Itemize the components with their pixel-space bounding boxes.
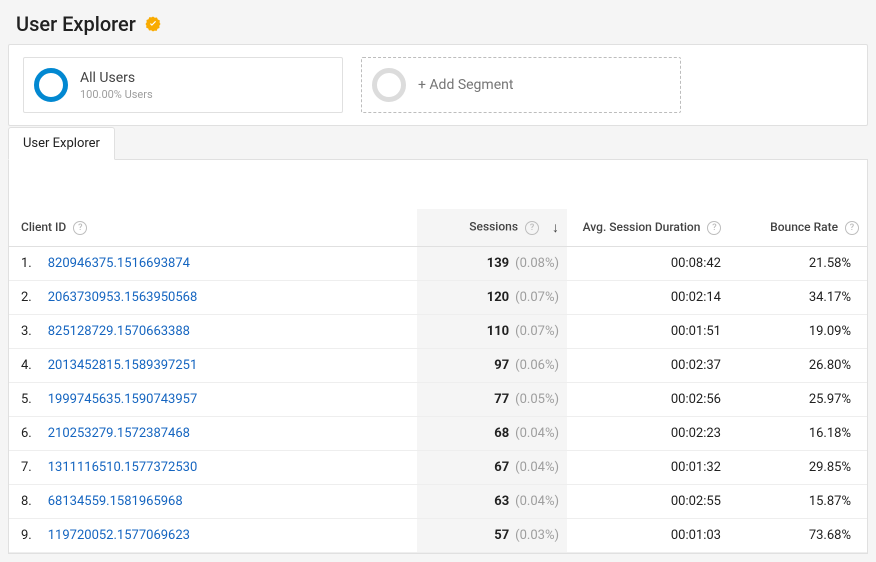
table-row: 7. 1311116510.1577372530 67(0.04%)00:01:32… [9, 451, 867, 485]
table-row: 4. 2013452815.1589397251 97(0.06%)00:02:37… [9, 349, 867, 383]
sessions-cell: 57(0.03%) [417, 519, 567, 553]
bounce-rate-cell: 15.87% [737, 485, 867, 519]
col-sessions-label: Sessions [469, 220, 518, 234]
client-id-cell: 1311116510.1577372530 [40, 451, 417, 485]
col-avg-duration-label: Avg. Session Duration [583, 220, 701, 234]
table-row: 1. 820946375.1516693874 139(0.08%)00:08:42… [9, 247, 867, 281]
client-id-cell: 825128729.1570663388 [40, 315, 417, 349]
sessions-cell: 110(0.07%) [417, 315, 567, 349]
sessions-cell: 67(0.04%) [417, 451, 567, 485]
col-client-id[interactable]: Client ID ? [9, 209, 417, 247]
client-id-link[interactable]: 68134559.1581965968 [48, 494, 183, 509]
col-avg-duration[interactable]: Avg. Session Duration ? [567, 209, 737, 247]
bounce-rate-cell: 26.80% [737, 349, 867, 383]
bounce-rate-cell: 19.09% [737, 315, 867, 349]
table-row: 9. 119720052.1577069623 57(0.03%)00:01:037… [9, 519, 867, 553]
avg-duration-cell: 00:02:55 [567, 485, 737, 519]
table-row: 5. 1999745635.1590743957 77(0.05%)00:02:56… [9, 383, 867, 417]
segment-subtitle: 100.00% Users [80, 88, 153, 101]
avg-duration-cell: 00:02:14 [567, 281, 737, 315]
page-title: User Explorer [16, 12, 136, 36]
sessions-cell: 77(0.05%) [417, 383, 567, 417]
avg-duration-cell: 00:02:23 [567, 417, 737, 451]
user-explorer-table-panel: Client ID ? Sessions ? ↓ Avg. Session Du… [8, 159, 868, 554]
avg-duration-cell: 00:08:42 [567, 247, 737, 281]
row-index: 4. [9, 349, 40, 383]
row-index: 3. [9, 315, 40, 349]
client-id-link[interactable]: 2013452815.1589397251 [48, 358, 198, 373]
add-segment-label: + Add Segment [418, 77, 513, 93]
help-icon[interactable]: ? [73, 221, 87, 235]
help-icon[interactable]: ? [707, 221, 721, 235]
add-segment-button[interactable]: + Add Segment [361, 57, 681, 113]
col-bounce-rate-label: Bounce Rate [770, 220, 838, 234]
bounce-rate-cell: 16.18% [737, 417, 867, 451]
avg-duration-cell: 00:01:51 [567, 315, 737, 349]
sessions-cell: 120(0.07%) [417, 281, 567, 315]
segments-panel: All Users 100.00% Users + Add Segment [8, 44, 868, 126]
client-id-cell: 68134559.1581965968 [40, 485, 417, 519]
bounce-rate-cell: 34.17% [737, 281, 867, 315]
bounce-rate-cell: 25.97% [737, 383, 867, 417]
bounce-rate-cell: 21.58% [737, 247, 867, 281]
client-id-link[interactable]: 1311116510.1577372530 [48, 460, 198, 475]
row-index: 1. [9, 247, 40, 281]
segment-title: All Users [80, 70, 153, 86]
sessions-cell: 63(0.04%) [417, 485, 567, 519]
bounce-rate-cell: 29.85% [737, 451, 867, 485]
row-index: 2. [9, 281, 40, 315]
tab-spacer [115, 159, 868, 160]
avg-duration-cell: 00:02:37 [567, 349, 737, 383]
table-row: 2. 2063730953.1563950568 120(0.07%)00:02:1… [9, 281, 867, 315]
table-row: 6. 210253279.1572387468 68(0.04%)00:02:231… [9, 417, 867, 451]
sort-desc-icon: ↓ [552, 220, 559, 236]
row-index: 8. [9, 485, 40, 519]
col-client-id-label: Client ID [21, 220, 66, 234]
client-id-cell: 2013452815.1589397251 [40, 349, 417, 383]
user-explorer-table: Client ID ? Sessions ? ↓ Avg. Session Du… [9, 209, 867, 553]
sessions-cell: 68(0.04%) [417, 417, 567, 451]
segment-all-users[interactable]: All Users 100.00% Users [23, 57, 343, 113]
client-id-link[interactable]: 825128729.1570663388 [48, 324, 190, 339]
client-id-cell: 210253279.1572387468 [40, 417, 417, 451]
avg-duration-cell: 00:02:56 [567, 383, 737, 417]
sessions-cell: 139(0.08%) [417, 247, 567, 281]
client-id-link[interactable]: 2063730953.1563950568 [48, 290, 198, 305]
row-index: 9. [9, 519, 40, 553]
client-id-link[interactable]: 210253279.1572387468 [48, 426, 190, 441]
help-icon[interactable]: ? [525, 221, 539, 235]
col-bounce-rate[interactable]: Bounce Rate ? [737, 209, 867, 247]
client-id-link[interactable]: 1999745635.1590743957 [48, 392, 198, 407]
row-index: 6. [9, 417, 40, 451]
table-row: 8. 68134559.1581965968 63(0.04%)00:02:5515… [9, 485, 867, 519]
bounce-rate-cell: 73.68% [737, 519, 867, 553]
client-id-link[interactable]: 119720052.1577069623 [48, 528, 190, 543]
table-row: 3. 825128729.1570663388 110(0.07%)00:01:51… [9, 315, 867, 349]
segment-circle-placeholder-icon [372, 68, 406, 102]
client-id-cell: 2063730953.1563950568 [40, 281, 417, 315]
client-id-cell: 119720052.1577069623 [40, 519, 417, 553]
client-id-cell: 820946375.1516693874 [40, 247, 417, 281]
avg-duration-cell: 00:01:32 [567, 451, 737, 485]
client-id-cell: 1999745635.1590743957 [40, 383, 417, 417]
verified-badge-icon [144, 15, 162, 33]
row-index: 7. [9, 451, 40, 485]
help-icon[interactable]: ? [845, 221, 859, 235]
tab-user-explorer[interactable]: User Explorer [8, 127, 115, 160]
col-sessions[interactable]: Sessions ? ↓ [417, 209, 567, 247]
segment-circle-icon [34, 68, 68, 102]
client-id-link[interactable]: 820946375.1516693874 [48, 256, 190, 271]
sessions-cell: 97(0.06%) [417, 349, 567, 383]
row-index: 5. [9, 383, 40, 417]
avg-duration-cell: 00:01:03 [567, 519, 737, 553]
